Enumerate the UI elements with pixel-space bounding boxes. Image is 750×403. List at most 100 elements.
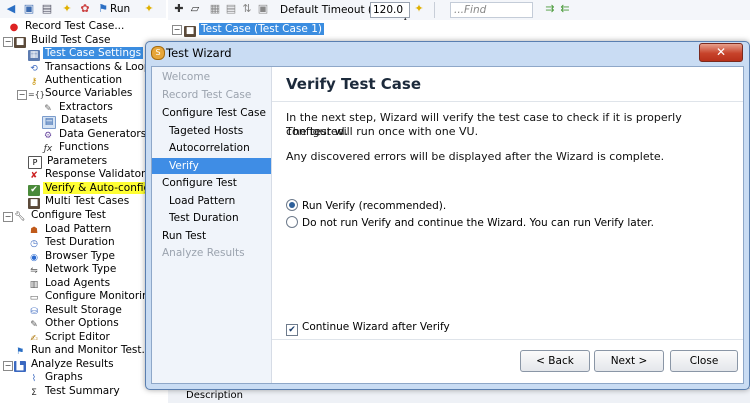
tree-item-network-type[interactable]: ⇋ Network Type bbox=[28, 263, 118, 276]
tree-item-datasets[interactable]: ▤ Datasets bbox=[42, 114, 110, 129]
move-icon[interactable]: ⇅ bbox=[240, 2, 254, 16]
step-verify[interactable]: Verify bbox=[152, 158, 271, 174]
save-icon[interactable]: ▣ bbox=[22, 2, 36, 16]
tree-item-verify-auto-config[interactable]: ✔ Verify & Auto-config bbox=[28, 182, 153, 196]
find-prev-icon[interactable]: ⇇ bbox=[558, 2, 572, 16]
page-title: Verify Test Case bbox=[286, 75, 421, 93]
step-test-duration[interactable]: Test Duration bbox=[152, 210, 288, 226]
step-targeted-hosts[interactable]: Tageted Hosts bbox=[152, 123, 288, 139]
tree-item-load-pattern[interactable]: ☗ Load Pattern bbox=[28, 223, 113, 236]
editor-root-node[interactable]: ■ Test Case (Test Case 1) bbox=[184, 23, 324, 37]
tree-item-load-agents[interactable]: ▥ Load Agents bbox=[28, 277, 112, 290]
collapse-testcase-icon[interactable]: − bbox=[172, 25, 182, 35]
tree-item-record-test-case[interactable]: ● Record Test Case... bbox=[8, 20, 126, 33]
close-button[interactable]: Close bbox=[670, 350, 738, 372]
option-run-verify-label: Run Verify (recommended). bbox=[302, 200, 447, 212]
graph-icon: ⌇ bbox=[31, 374, 37, 384]
options-wrench-icon: ✎ bbox=[30, 320, 38, 330]
continue-after-verify-checkbox[interactable]: ✔ Continue Wizard after Verify bbox=[286, 320, 450, 336]
list-icon[interactable]: ▤ bbox=[224, 2, 238, 16]
tree-item-configure-monitoring[interactable]: ▭ Configure Monitoring bbox=[28, 290, 157, 303]
intro-line-2: The test will run once with one VU. bbox=[286, 125, 479, 138]
tree-item-multi-test-cases[interactable]: ■ Multi Test Cases bbox=[28, 195, 131, 209]
run-flag-icon: ⚑ bbox=[15, 347, 25, 357]
tree-item-response-validators[interactable]: ✘ Response Validators bbox=[28, 168, 153, 181]
dialog-body: Welcome Record Test Case Configure Test … bbox=[151, 66, 744, 384]
wizard-icon[interactable]: ✿ bbox=[78, 2, 92, 16]
copy-icon[interactable]: ▣ bbox=[256, 2, 270, 16]
heading-divider bbox=[272, 101, 743, 102]
test-wizard-dialog: S Test Wizard ✕ Welcome Record Test Case… bbox=[145, 41, 750, 390]
description-column-header[interactable]: Description bbox=[186, 389, 243, 403]
step-autocorrelation[interactable]: Autocorrelation bbox=[152, 140, 288, 156]
layout-icon[interactable]: ▤ bbox=[40, 2, 54, 16]
bulb-icon[interactable]: ✦ bbox=[60, 2, 74, 16]
tree-item-authentication[interactable]: ⚷ Authentication bbox=[28, 74, 124, 87]
find-input[interactable]: ...Find bbox=[450, 2, 533, 18]
collapse-source-variables-icon[interactable]: − bbox=[17, 90, 27, 100]
radio-selected-icon[interactable] bbox=[286, 199, 298, 211]
braces-icon: ={} bbox=[28, 90, 45, 99]
tree-item-other-options[interactable]: ✎ Other Options bbox=[28, 317, 121, 330]
dialog-button-bar: < Back Next > Close bbox=[272, 339, 743, 384]
back-arrow-icon[interactable]: ◀ bbox=[4, 2, 18, 16]
dialog-title: Test Wizard bbox=[166, 46, 232, 60]
record-dot-icon: ● bbox=[9, 22, 19, 33]
function-icon: ƒx bbox=[43, 144, 53, 154]
radio-unselected-icon[interactable] bbox=[286, 216, 298, 228]
tree-item-run-monitor[interactable]: ⚑ Run and Monitor Test... bbox=[14, 344, 154, 357]
remove-icon[interactable]: ▱ bbox=[188, 2, 202, 16]
add-icon[interactable]: ✚ bbox=[172, 2, 186, 16]
find-next-icon[interactable]: ⇉ bbox=[543, 2, 557, 16]
step-run-test[interactable]: Run Test bbox=[152, 228, 281, 244]
back-button[interactable]: < Back bbox=[520, 350, 590, 372]
step-configure-test[interactable]: Configure Test bbox=[152, 175, 281, 191]
hint-bulb-icon[interactable]: ✦ bbox=[412, 2, 426, 16]
briefcase-icon: ■ bbox=[14, 37, 26, 48]
wizard-steps-panel: Welcome Record Test Case Configure Test … bbox=[152, 67, 272, 383]
option-skip-verify-label: Do not run Verify and continue the Wizar… bbox=[302, 217, 654, 229]
tip-bulb-icon[interactable]: ✦ bbox=[142, 2, 156, 16]
tree-item-build-test-case[interactable]: ■ Build Test Case bbox=[14, 34, 112, 48]
dialog-close-button[interactable]: ✕ bbox=[699, 43, 743, 62]
tree-item-result-storage[interactable]: ⛁ Result Storage bbox=[28, 304, 124, 317]
next-button[interactable]: Next > bbox=[594, 350, 664, 372]
run-button[interactable]: Run bbox=[110, 2, 130, 16]
option-run-verify[interactable]: Run Verify (recommended). bbox=[286, 199, 446, 213]
tree-item-test-case-settings[interactable]: ▦ Test Case Settings bbox=[28, 47, 144, 61]
tree-item-extractors[interactable]: ✎ Extractors bbox=[42, 101, 115, 114]
collapse-configure-icon[interactable]: − bbox=[3, 212, 13, 222]
clock-icon: ◷ bbox=[30, 239, 38, 249]
tree-item-test-summary[interactable]: Σ Test Summary bbox=[28, 385, 122, 398]
step-configure-test-case[interactable]: Configure Test Case bbox=[152, 105, 281, 121]
tree-item-script-editor[interactable]: ✍ Script Editor bbox=[28, 331, 112, 344]
checkbox-checked-icon[interactable]: ✔ bbox=[286, 324, 298, 336]
grid-icon[interactable]: ▦ bbox=[208, 2, 222, 16]
run-icon[interactable]: ⚑ bbox=[96, 2, 110, 16]
collapse-build-icon[interactable]: − bbox=[3, 37, 13, 47]
tree-item-functions[interactable]: ƒx Functions bbox=[42, 141, 111, 154]
tree-item-graphs[interactable]: ⌇ Graphs bbox=[28, 371, 85, 384]
tree-item-test-duration[interactable]: ◷ Test Duration bbox=[28, 236, 117, 249]
errors-note: Any discovered errors will be displayed … bbox=[286, 150, 665, 163]
wizard-content: Verify Test Case In the next step, Wizar… bbox=[272, 67, 743, 339]
tree-item-source-variables[interactable]: ={}Source Variables bbox=[28, 87, 134, 100]
option-skip-verify[interactable]: Do not run Verify and continue the Wizar… bbox=[286, 216, 654, 230]
continue-after-verify-label: Continue Wizard after Verify bbox=[302, 321, 450, 333]
tree-item-parameters[interactable]: P Parameters bbox=[28, 155, 109, 169]
multi-case-icon: ■ bbox=[28, 198, 40, 209]
step-welcome: Welcome bbox=[162, 71, 211, 83]
collapse-analyze-icon[interactable]: − bbox=[3, 361, 13, 371]
settings-grid-icon: ▦ bbox=[28, 50, 40, 61]
monitor-icon: ▭ bbox=[29, 293, 39, 303]
step-analyze-results: Analyze Results bbox=[162, 247, 245, 259]
timeout-value: 120.0 bbox=[373, 4, 404, 16]
timeout-input[interactable]: 120.0▲▼ bbox=[370, 2, 410, 31]
tree-item-browser-type[interactable]: ◉ Browser Type bbox=[28, 250, 117, 263]
tree-item-analyze-results[interactable]: ▙ Analyze Results bbox=[14, 358, 116, 372]
tree-item-data-generators[interactable]: ⚙ Data Generators bbox=[42, 128, 148, 141]
tree-item-configure-test[interactable]: 🔧︎ Configure Test bbox=[14, 209, 108, 222]
tree-item-transactions-loops[interactable]: ⟲ Transactions & Loops bbox=[28, 61, 158, 74]
step-load-pattern[interactable]: Load Pattern bbox=[152, 193, 288, 209]
validator-icon: ✘ bbox=[30, 171, 38, 181]
